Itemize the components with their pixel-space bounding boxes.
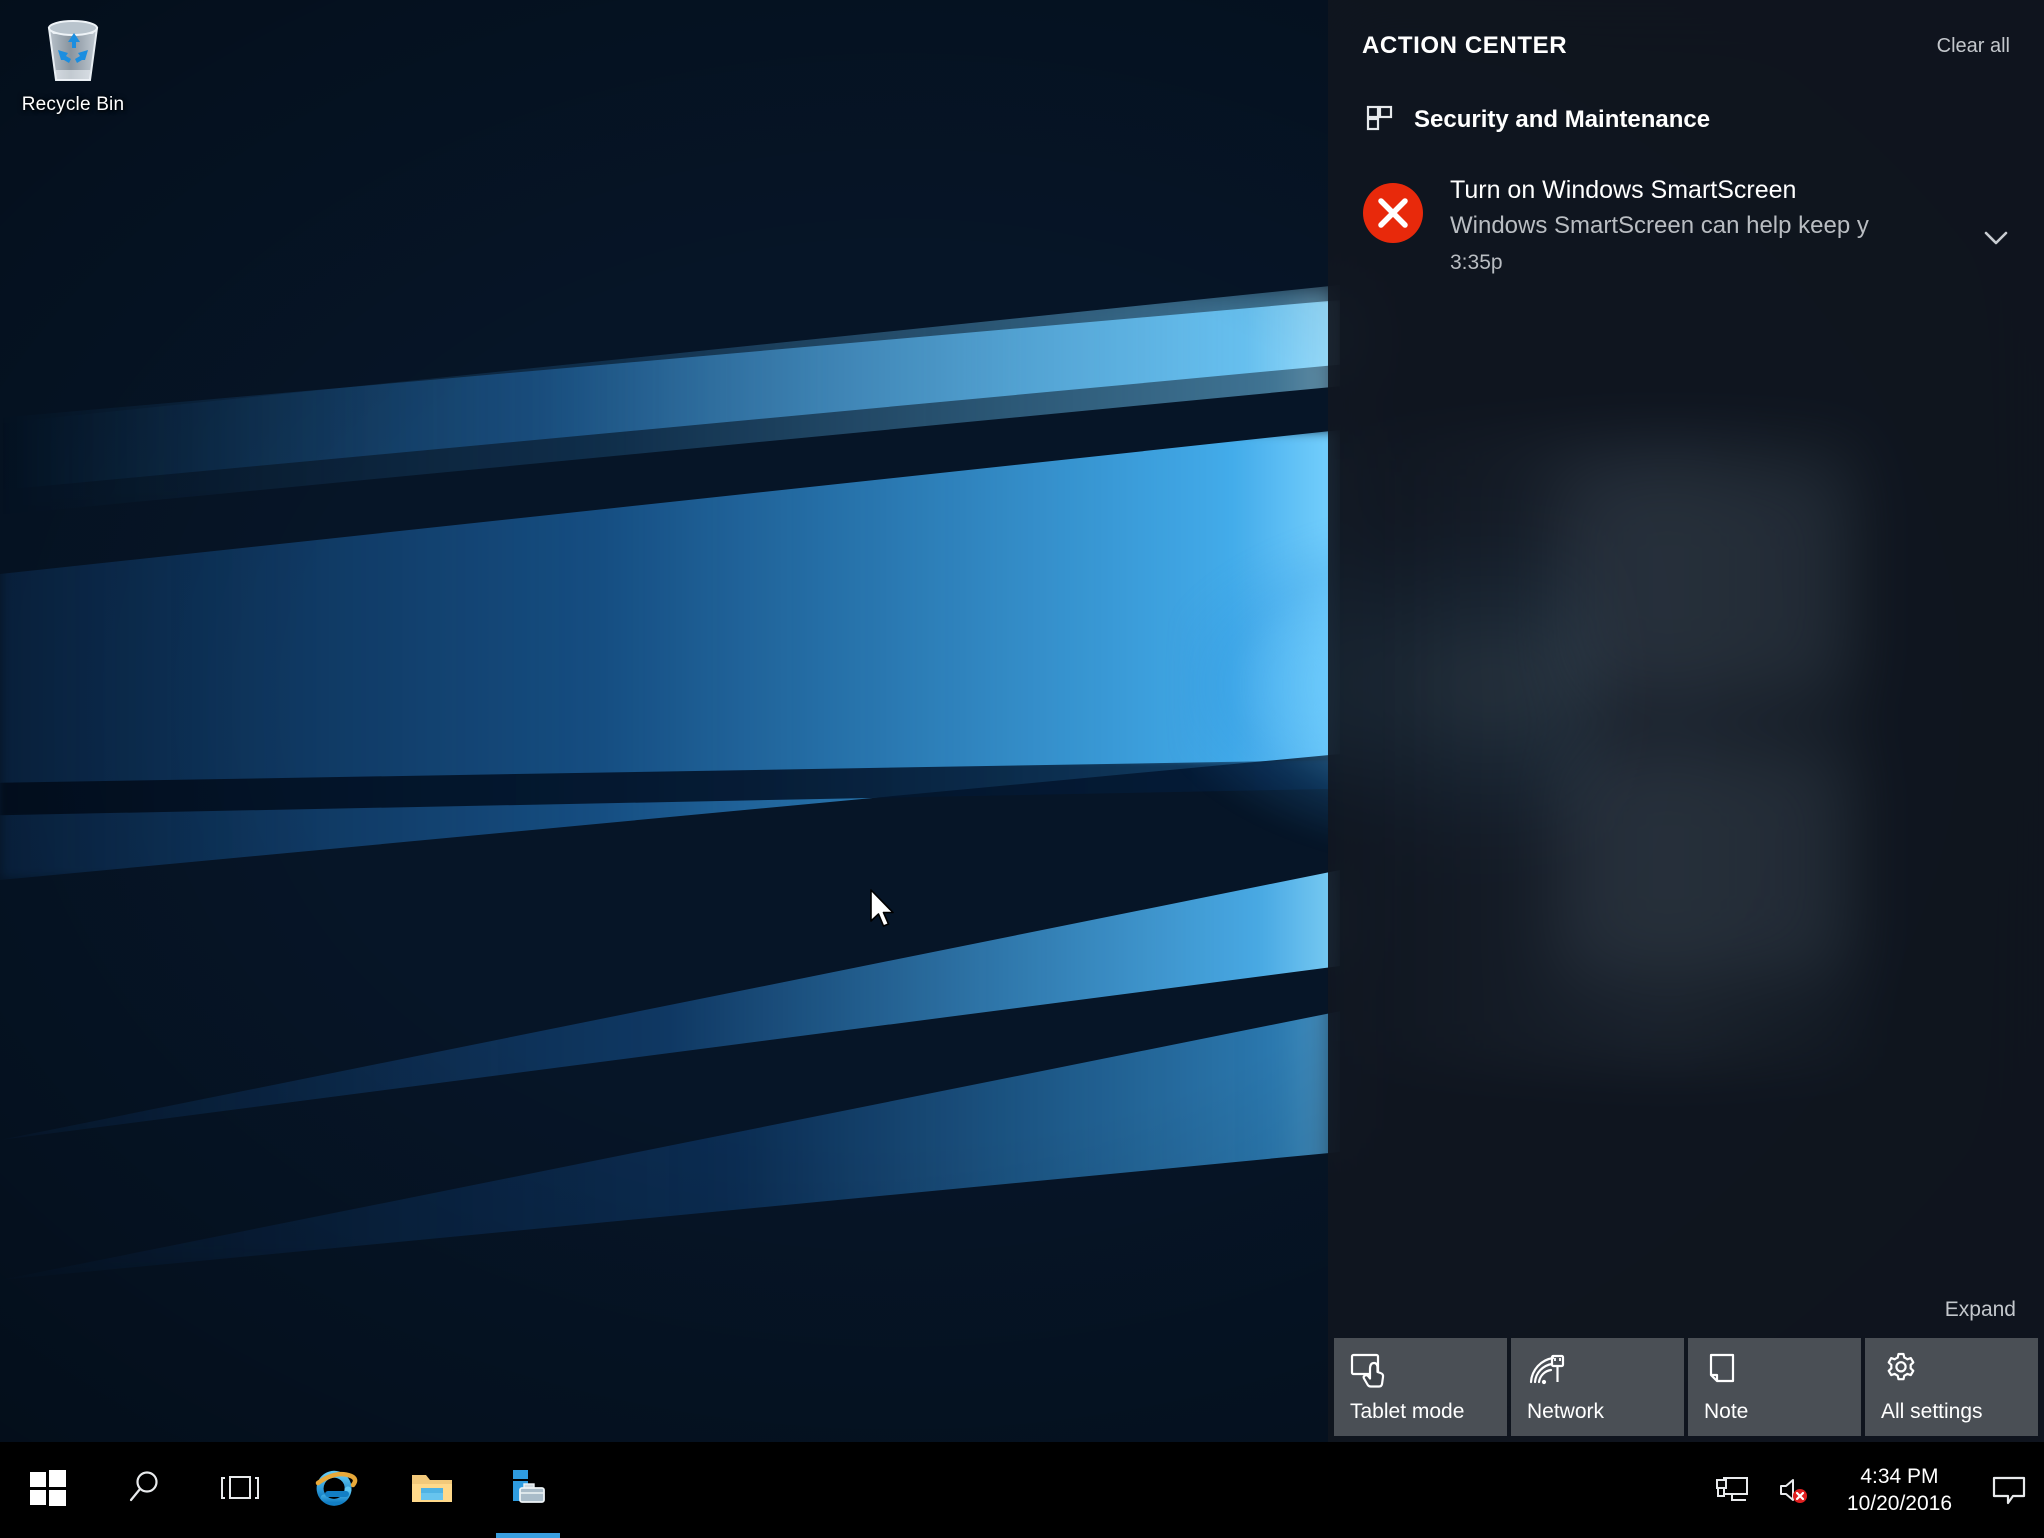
quick-action-label: Tablet mode xyxy=(1350,1400,1465,1423)
task-view-button[interactable] xyxy=(192,1442,288,1538)
recycle-bin-icon xyxy=(37,10,109,88)
action-center-bubble-icon[interactable] xyxy=(1974,1442,2044,1538)
network-monitor-icon[interactable] xyxy=(1701,1442,1763,1538)
desktop-icon-label: Recycle Bin xyxy=(21,94,125,115)
tablet-mode-icon xyxy=(1350,1352,1390,1388)
note-page-icon xyxy=(1704,1352,1744,1388)
quick-actions-grid: Tablet mode Network Note All settings xyxy=(1328,1338,2044,1442)
notification-text: Turn on Windows SmartScreen Windows Smar… xyxy=(1450,166,2010,280)
notification-group-header[interactable]: Security and Maintenance xyxy=(1328,92,2044,144)
system-tray: 4:34 PM 10/20/2016 xyxy=(1701,1442,2044,1538)
notification-group-app-name: Security and Maintenance xyxy=(1414,106,1711,133)
active-app-indicator xyxy=(496,1533,560,1538)
notification-body: Windows SmartScreen can help keep y xyxy=(1450,212,1869,239)
search-button[interactable] xyxy=(96,1442,192,1538)
quick-action-label: All settings xyxy=(1881,1400,1983,1423)
speaker-muted-icon[interactable] xyxy=(1763,1442,1825,1538)
internet-explorer-icon xyxy=(312,1464,360,1517)
notification-timestamp: 3:35p xyxy=(1450,251,1503,274)
quick-action-label: Note xyxy=(1704,1400,1749,1423)
quick-action-all-settings[interactable]: All settings xyxy=(1865,1338,2038,1436)
file-explorer-button[interactable] xyxy=(384,1442,480,1538)
taskbar-clock[interactable]: 4:34 PM 10/20/2016 xyxy=(1825,1442,1974,1538)
expand-row: Expand xyxy=(1328,1282,2044,1338)
clock-date: 10/20/2016 xyxy=(1846,1492,1952,1515)
quick-action-network[interactable]: Network xyxy=(1511,1338,1684,1436)
control-panel-button[interactable] xyxy=(480,1442,576,1538)
action-center-panel: ACTION CENTER Clear all Security and Mai… xyxy=(1308,0,2044,1442)
quick-action-note[interactable]: Note xyxy=(1688,1338,1861,1436)
desktop-icon-recycle-bin[interactable]: Recycle Bin xyxy=(8,10,138,134)
clock-time: 4:34 PM xyxy=(1860,1465,1939,1488)
chevron-down-icon[interactable] xyxy=(1978,220,2014,256)
control-panel-icon xyxy=(504,1466,552,1515)
search-magnifier-icon xyxy=(124,1468,164,1513)
notification-item[interactable]: Turn on Windows SmartScreen Windows Smar… xyxy=(1328,144,2044,300)
clear-all-button[interactable]: Clear all xyxy=(1937,35,2010,58)
notifications-list: Security and Maintenance Turn on Windows… xyxy=(1328,92,2044,1282)
windows-logo-icon xyxy=(29,1469,67,1512)
quick-action-tablet-mode[interactable]: Tablet mode xyxy=(1334,1338,1507,1436)
taskbar: 4:34 PM 10/20/2016 xyxy=(0,1442,2044,1538)
gear-icon xyxy=(1881,1352,1921,1388)
file-explorer-folder-icon xyxy=(409,1468,455,1513)
security-maintenance-flag-icon xyxy=(1366,104,1394,137)
error-circle-x-icon xyxy=(1362,182,1424,244)
expand-button[interactable]: Expand xyxy=(1945,1298,2016,1322)
start-button[interactable] xyxy=(0,1442,96,1538)
task-view-icon xyxy=(218,1472,262,1509)
notification-title: Turn on Windows SmartScreen xyxy=(1450,176,1797,204)
quick-action-label: Network xyxy=(1527,1400,1605,1423)
internet-explorer-button[interactable] xyxy=(288,1442,384,1538)
action-center-header: ACTION CENTER Clear all xyxy=(1328,0,2044,92)
action-center-title: ACTION CENTER xyxy=(1362,32,1568,59)
network-wifi-icon xyxy=(1527,1352,1567,1388)
